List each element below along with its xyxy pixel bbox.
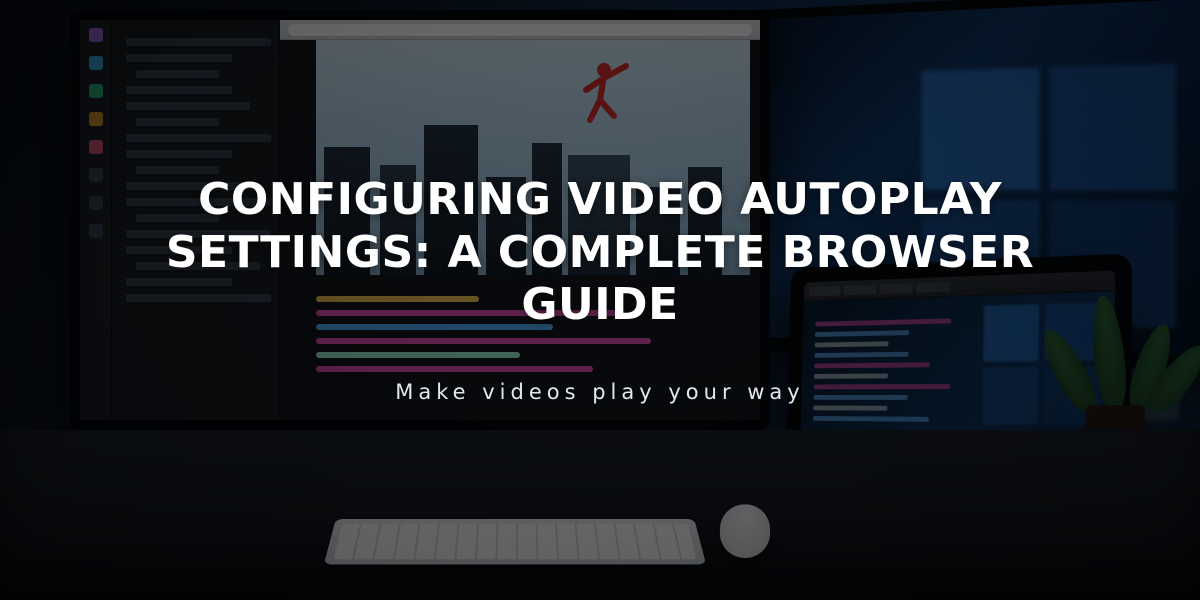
hero-title: CONFIGURING VIDEO AUTOPLAY SETTINGS: A C… — [120, 174, 1080, 332]
hero-tagline: Make videos play your way — [395, 380, 804, 404]
hero-text-block: CONFIGURING VIDEO AUTOPLAY SETTINGS: A C… — [0, 0, 1200, 600]
